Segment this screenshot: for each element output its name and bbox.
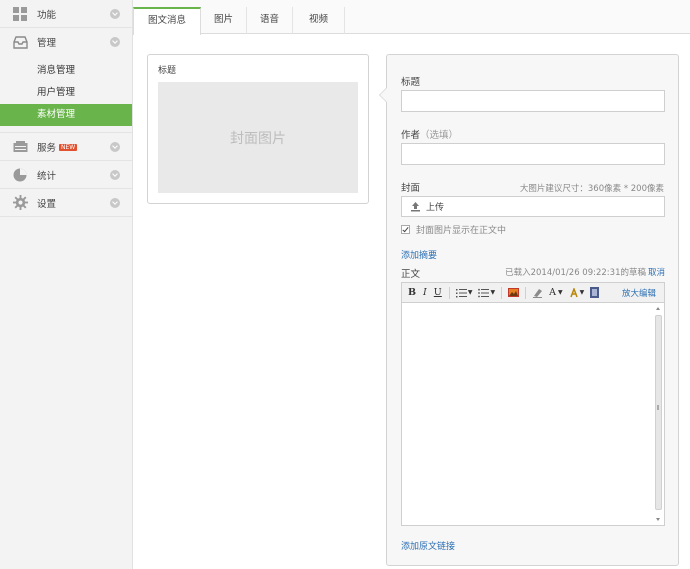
- editor-toolbar: B I U ▼ ▼ A ▼ ▼ 放大编辑: [401, 282, 665, 303]
- editor-scrollbar[interactable]: [654, 305, 663, 523]
- news-editor-panel: 标题 作者（选填） 封面 大图片建议尺寸：360像素 * 200像素 上传 封面…: [379, 54, 679, 566]
- scroll-up-arrow-icon[interactable]: [656, 307, 660, 310]
- chevron-down-icon[interactable]: [110, 37, 120, 47]
- chevron-down-icon[interactable]: [110, 170, 120, 180]
- title-input[interactable]: [401, 90, 665, 112]
- upload-label: 上传: [426, 203, 445, 213]
- grid-icon: [12, 6, 28, 22]
- service-icon: [12, 139, 28, 155]
- new-badge: NEW: [59, 143, 78, 151]
- eraser-icon[interactable]: [532, 287, 543, 298]
- chevron-down-icon[interactable]: [110, 142, 120, 152]
- font-color-button[interactable]: A ▼: [549, 287, 563, 298]
- preview-title: 标题: [158, 66, 177, 76]
- sidebar-item-label: 统计: [37, 170, 57, 182]
- sidebar-item-label: 功能: [37, 9, 57, 21]
- sidebar-submenu: 消息管理 用户管理 素材管理: [0, 56, 132, 133]
- author-input[interactable]: [401, 143, 665, 165]
- font-color-letter: A: [549, 287, 556, 298]
- toolbar-divider: [501, 286, 503, 299]
- video-icon[interactable]: [590, 287, 600, 298]
- autosave-cancel-link[interactable]: 取消: [648, 268, 665, 278]
- show-cover-row: 封面图片显示在正文中: [401, 223, 506, 236]
- sidebar-subitem-messages[interactable]: 消息管理: [0, 60, 132, 82]
- add-summary-link[interactable]: 添加摘要: [401, 248, 437, 261]
- gear-icon: [12, 195, 28, 211]
- bold-button[interactable]: B: [408, 287, 416, 298]
- material-tabs: 图文消息 图片 语音 视频: [133, 0, 690, 35]
- sidebar-item-label: 服务 NEW: [37, 142, 78, 154]
- sidebar-item-stats[interactable]: 统计: [0, 161, 132, 189]
- cover-label: 封面: [401, 183, 421, 194]
- fullscreen-edit-link[interactable]: 放大编辑: [622, 287, 656, 299]
- body-header: 正文 已载入2014/01/26 09:22:31的草稿 取消: [401, 266, 665, 280]
- body-label: 正文: [401, 269, 421, 280]
- sidebar-item-features[interactable]: 功能: [0, 0, 132, 28]
- tab-video[interactable]: 视频: [293, 7, 345, 34]
- chevron-down-icon[interactable]: [110, 9, 120, 19]
- unordered-list-icon[interactable]: ▼: [478, 288, 495, 298]
- sidebar-subitem-users[interactable]: 用户管理: [0, 82, 132, 104]
- sidebar-item-label: 管理: [37, 38, 57, 49]
- tab-news[interactable]: 图文消息: [133, 7, 201, 35]
- chevron-down-icon[interactable]: [110, 198, 120, 208]
- scrollbar-thumb[interactable]: [655, 315, 662, 510]
- underline-button[interactable]: U: [434, 287, 442, 298]
- toolbar-divider: [525, 286, 527, 299]
- show-cover-checkbox[interactable]: [401, 225, 410, 234]
- image-icon[interactable]: [508, 288, 520, 297]
- pie-chart-icon: [12, 167, 28, 183]
- body-editor[interactable]: [401, 303, 665, 526]
- highlight-icon[interactable]: ▼: [569, 287, 584, 298]
- upload-icon: [410, 201, 421, 212]
- upload-button[interactable]: 上传: [401, 196, 665, 217]
- cover-image-placeholder: 封面图片: [158, 82, 358, 193]
- tab-images[interactable]: 图片: [201, 7, 247, 34]
- panel-pointer: [379, 87, 387, 103]
- show-cover-label: 封面图片显示在正文中: [416, 226, 507, 236]
- sidebar-item-settings[interactable]: 设置: [0, 189, 132, 217]
- scroll-down-arrow-icon[interactable]: [656, 518, 660, 521]
- news-preview-card[interactable]: 标题 封面图片: [147, 54, 369, 204]
- scrollbar-grip: [657, 405, 659, 410]
- add-source-link[interactable]: 添加原文链接: [401, 539, 455, 552]
- sidebar: 功能 管理 消息管理 用户管理 素材管理 服务 NEW 统计 设置: [0, 0, 133, 569]
- sidebar-item-label: 设置: [37, 198, 57, 210]
- inbox-icon: [12, 34, 28, 50]
- sidebar-item-manage[interactable]: 管理: [0, 28, 132, 56]
- tab-voice[interactable]: 语音: [247, 7, 293, 34]
- sidebar-item-service[interactable]: 服务 NEW: [0, 133, 132, 161]
- author-hint: （选填）: [420, 130, 459, 141]
- author-label: 作者（选填）: [401, 130, 459, 141]
- sidebar-subitem-materials[interactable]: 素材管理: [0, 104, 132, 126]
- italic-button[interactable]: I: [423, 287, 427, 298]
- title-label: 标题: [401, 77, 421, 88]
- ordered-list-icon[interactable]: ▼: [455, 288, 472, 298]
- autosave-notice: 已载入2014/01/26 09:22:31的草稿 取消: [505, 268, 665, 278]
- cover-size-hint: 大图片建议尺寸：360像素 * 200像素: [519, 184, 664, 194]
- toolbar-divider: [448, 286, 450, 299]
